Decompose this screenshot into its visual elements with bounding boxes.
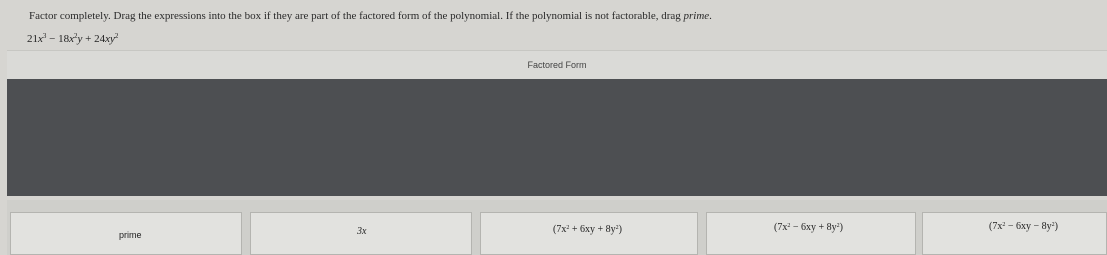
term3-coefficient: 24 <box>94 33 106 45</box>
operator-2: + <box>82 33 95 45</box>
factored-form-header: Factored Form <box>7 50 1107 79</box>
tile-factor-plus-plus[interactable]: (7x2 + 6xy + 8y2) <box>480 212 698 255</box>
tile-3x-label: 3x <box>357 226 367 237</box>
instructions-text: Factor completely. Drag the expressions … <box>29 10 1089 23</box>
factored-form-label: Factored Form <box>527 60 587 70</box>
tile-prime-label: prime <box>119 230 142 240</box>
operator-1: − <box>46 33 59 45</box>
term1-coefficient: 21 <box>27 33 38 45</box>
instruction-end: . <box>709 10 712 22</box>
term2-coefficient: 18 <box>58 33 70 45</box>
tile-prime[interactable]: prime <box>10 212 242 255</box>
tile-factor-minus-minus[interactable]: (7x2 − 6xy − 8y2) <box>922 212 1107 255</box>
factored-form-drop-area[interactable] <box>7 79 1107 196</box>
instruction-main: Factor completely. Drag the expressions … <box>29 10 684 22</box>
term1-exponent: 3 <box>42 32 47 40</box>
instruction-prime-word: prime <box>683 10 710 22</box>
tile-factor-minus-plus[interactable]: (7x2 − 6xy + 8y2) <box>706 212 916 255</box>
tile-factor-minus-plus-label: (7x2 − 6xy + 8y2) <box>774 222 843 233</box>
tile-factor-minus-minus-label: (7x2 − 6xy − 8y2) <box>989 221 1058 232</box>
tile-3x[interactable]: 3x <box>250 212 472 255</box>
tile-factor-plus-plus-label: (7x2 + 6xy + 8y2) <box>553 224 622 235</box>
term3-exponent: 2 <box>114 32 119 40</box>
polynomial-expression: 21x3 − 18x2y + 24xy2 <box>27 32 119 46</box>
term2-exponent: 2 <box>74 32 78 40</box>
